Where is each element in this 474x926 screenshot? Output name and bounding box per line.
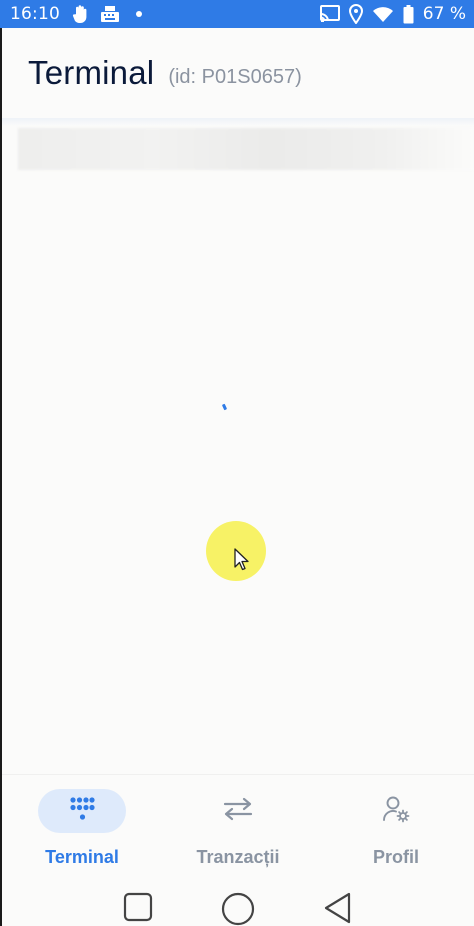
home-icon[interactable] <box>221 892 255 926</box>
location-icon <box>348 4 363 24</box>
hand-icon <box>72 4 90 24</box>
content-area <box>2 170 474 774</box>
notification-dot-icon <box>136 11 142 17</box>
cast-icon <box>319 5 340 23</box>
page-title: Terminal <box>28 54 155 91</box>
status-time: 16:10 <box>10 4 60 24</box>
nav-icon-wrapper <box>194 789 282 833</box>
nav-label-profil: Profil <box>372 847 419 867</box>
page-header: Terminal (id: P01S0657) <box>2 28 474 120</box>
back-icon[interactable] <box>323 892 353 926</box>
system-navigation-bar <box>2 874 474 926</box>
status-bar: 16:10 67 % <box>0 0 474 28</box>
keyboard-icon <box>100 5 120 23</box>
nav-item-tranzactii[interactable]: Tranzacții <box>158 789 318 868</box>
terminal-id: (id: P01S0657) <box>168 66 302 88</box>
mouse-cursor-icon <box>234 548 250 577</box>
user-settings-icon <box>382 795 410 828</box>
nav-label-tranzactii: Tranzacții <box>196 847 280 867</box>
battery-icon <box>403 4 414 24</box>
nav-active-pill <box>38 789 126 833</box>
battery-percent: 67 % <box>422 4 466 24</box>
nav-item-terminal[interactable]: Terminal <box>2 789 162 868</box>
header-shadow <box>2 118 474 126</box>
nav-label-terminal: Terminal <box>45 847 119 867</box>
transfer-arrows-icon <box>223 796 253 827</box>
bottom-navigation: Terminal Tranzacții Profil <box>2 774 474 874</box>
nav-icon-wrapper <box>352 789 440 833</box>
loading-skeleton <box>18 128 474 170</box>
wifi-icon <box>372 5 394 23</box>
nav-item-profil[interactable]: Profil <box>316 789 474 868</box>
keypad-icon <box>69 796 95 827</box>
recents-icon[interactable] <box>123 892 153 926</box>
